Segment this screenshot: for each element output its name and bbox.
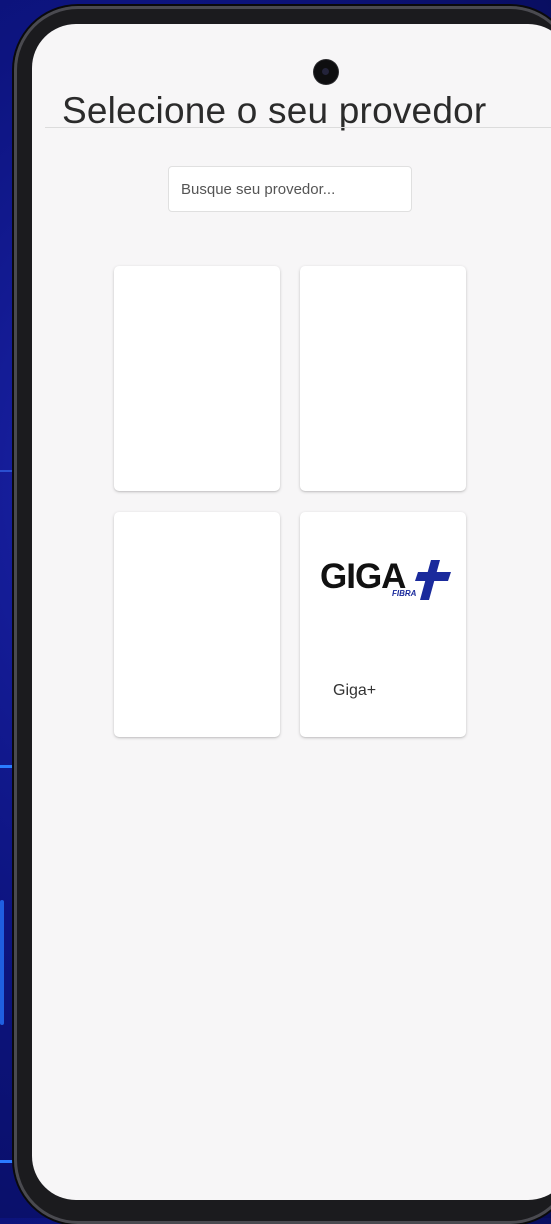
search-input[interactable] (168, 166, 412, 212)
phone-screen: Selecione o seu provedor GIGA FIBRA Giga… (32, 24, 551, 1200)
giga-logo: GIGA FIBRA (320, 556, 452, 602)
front-camera-icon (314, 60, 338, 84)
background-accent-bar (0, 900, 4, 1025)
provider-card[interactable] (114, 266, 280, 491)
provider-card[interactable] (114, 512, 280, 737)
header-divider (45, 127, 551, 128)
provider-card[interactable] (300, 266, 466, 491)
giga-logo-subtext: FIBRA (392, 589, 417, 598)
page-title: Selecione o seu provedor (62, 90, 487, 131)
provider-name: Giga+ (333, 682, 377, 699)
background-accent-line (0, 470, 14, 472)
provider-card-giga[interactable]: GIGA FIBRA Giga+ (300, 512, 466, 737)
plus-icon: FIBRA (392, 560, 451, 600)
